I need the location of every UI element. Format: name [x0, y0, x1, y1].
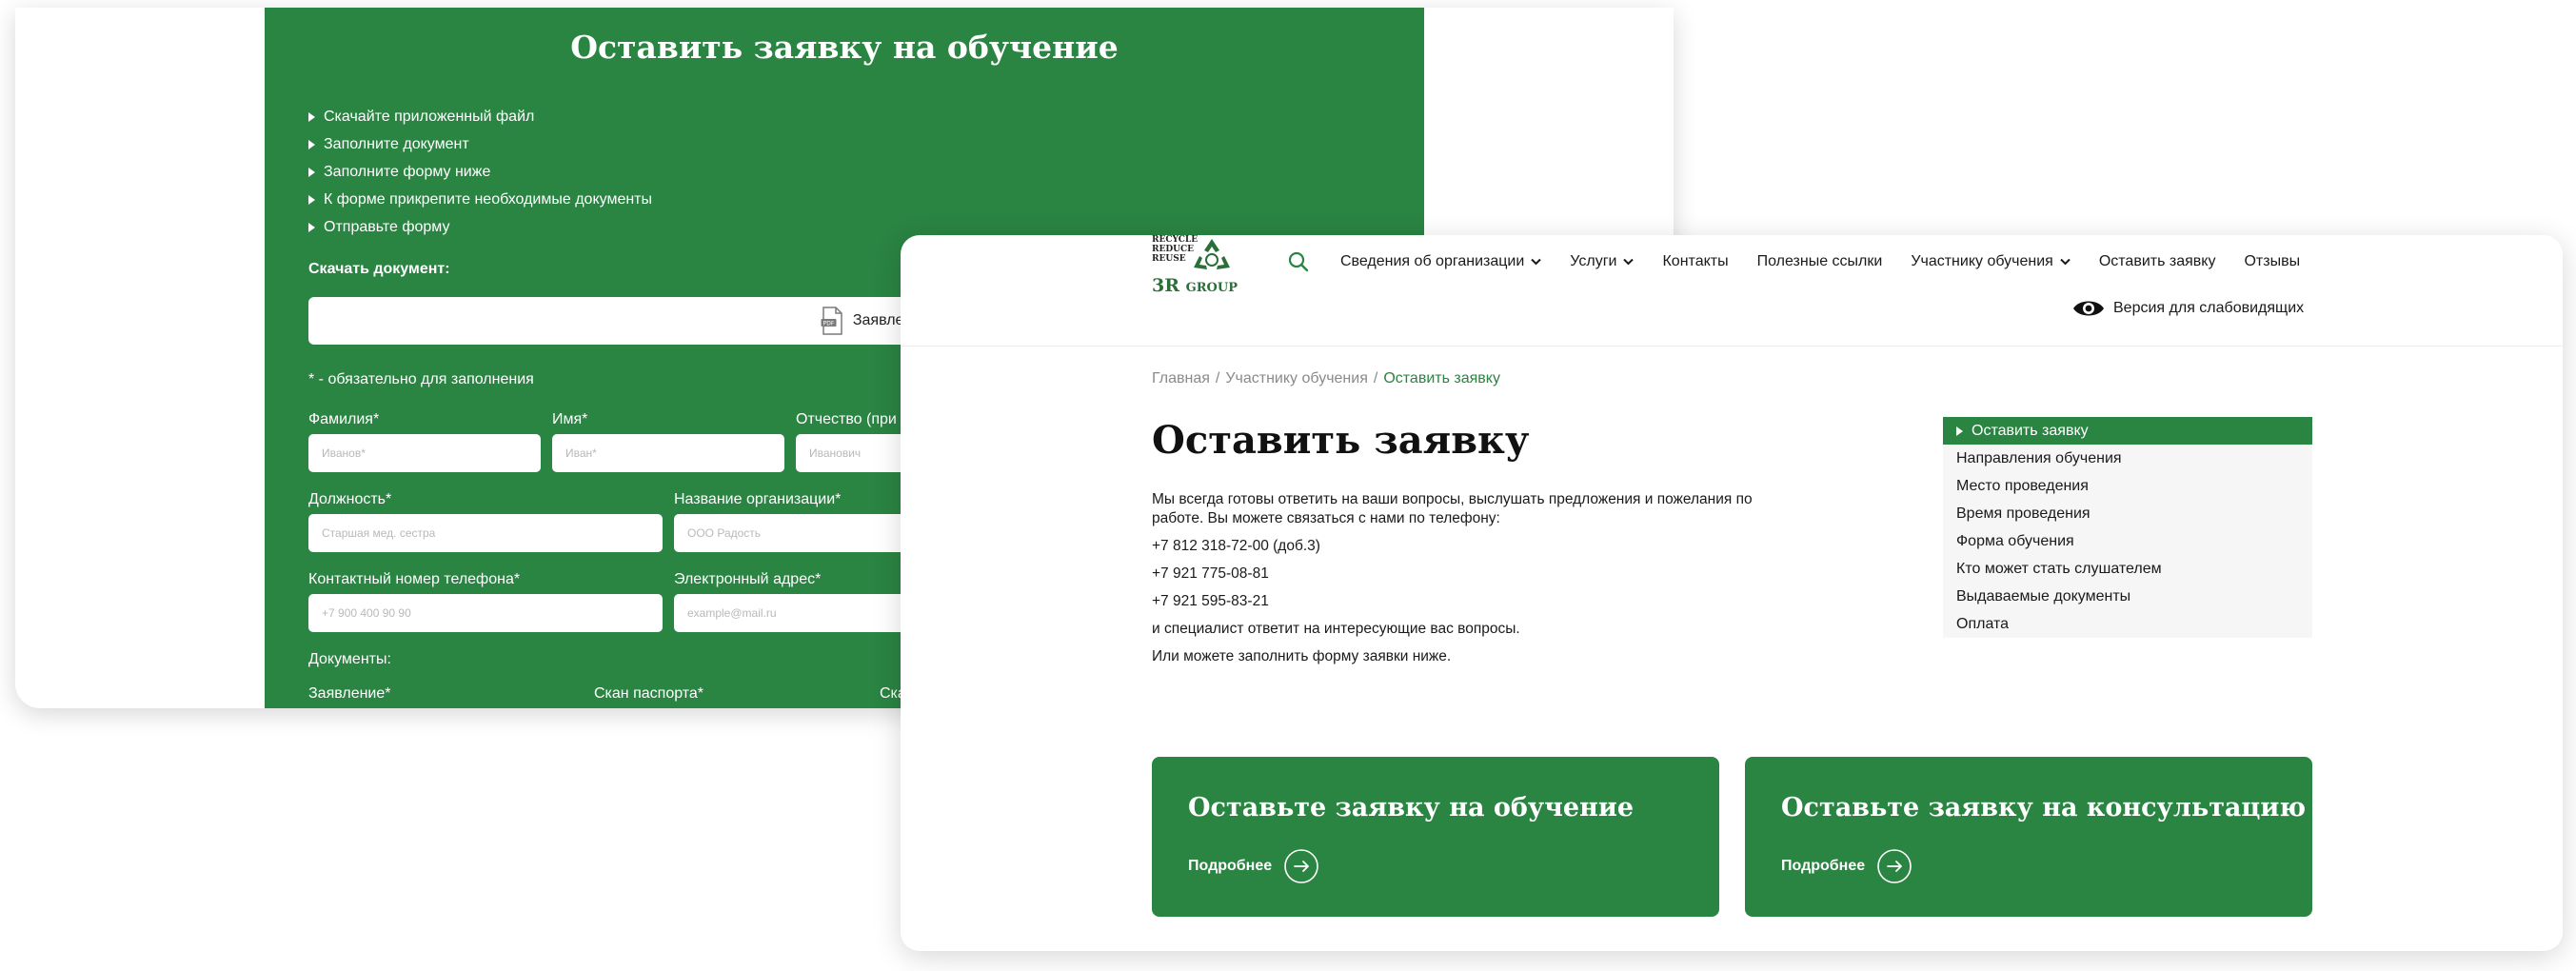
- surname-input[interactable]: [308, 434, 541, 472]
- arrow-right-icon: [1284, 849, 1318, 883]
- more-link[interactable]: Подробнее: [1781, 848, 1912, 884]
- cta-card-consultation[interactable]: Оставьте заявку на консультацию Подробне…: [1745, 757, 2312, 917]
- phone-label: Контактный номер телефона*: [308, 571, 521, 587]
- recycle-icon: [1194, 239, 1230, 269]
- chevron-down-icon: [1531, 258, 1541, 266]
- caret-right-icon: [308, 194, 315, 205]
- doc-passport-label: Скан паспорта*: [594, 685, 704, 702]
- caret-right-icon: [1956, 426, 1963, 436]
- nav-item-apply[interactable]: Оставить заявку: [2099, 253, 2216, 270]
- side-menu-item-documents[interactable]: Выдаваемые документы: [1943, 583, 2312, 610]
- logo-brand: 3R GROUP: [1152, 275, 1238, 296]
- nav-item-contacts[interactable]: Контакты: [1662, 253, 1728, 270]
- patronymic-label: Отчество (при: [796, 411, 897, 427]
- required-note: * - обязательно для заполнения: [308, 371, 534, 387]
- position-input[interactable]: [308, 514, 663, 552]
- chevron-down-icon: [2060, 258, 2071, 266]
- cta-card-training[interactable]: Оставьте заявку на обучение Подробнее: [1152, 757, 1719, 917]
- nav-item-useful-links[interactable]: Полезные ссылки: [1757, 253, 1883, 270]
- svg-text:PDF: PDF: [823, 321, 835, 327]
- instruction-item: Заполните форму ниже: [308, 158, 652, 186]
- side-menu-item-directions[interactable]: Направления обучения: [1943, 445, 2312, 472]
- surname-label: Фамилия*: [308, 411, 380, 427]
- caret-right-icon: [308, 111, 315, 122]
- instruction-item: Скачайте приложенный файл: [308, 103, 652, 130]
- phone-input[interactable]: [308, 594, 663, 632]
- nav-item-reviews[interactable]: Отзывы: [2244, 253, 2300, 270]
- side-menu-item-apply[interactable]: Оставить заявку: [1943, 417, 2312, 445]
- name-input[interactable]: [552, 434, 784, 472]
- doc-application-label: Заявление*: [308, 685, 391, 702]
- side-menu: Оставить заявку Направления обучения Мес…: [1943, 417, 2312, 638]
- position-label: Должность*: [308, 491, 392, 507]
- caret-right-icon: [308, 167, 315, 177]
- arrow-right-icon: [1877, 849, 1912, 883]
- eye-icon: [2073, 301, 2104, 316]
- phone-number[interactable]: +7 921 595-83-21: [1152, 592, 1771, 611]
- page-content: Мы всегда готовы ответить на ваши вопрос…: [1152, 490, 1771, 675]
- page-title: Оставить заявку: [1152, 418, 1530, 463]
- more-link[interactable]: Подробнее: [1188, 848, 1319, 884]
- form-title: Оставить заявку на обучение: [570, 29, 1119, 66]
- main-nav: Сведения об организации Услуги Контакты …: [1340, 250, 2300, 273]
- instructions-list: Скачайте приложенный файл Заполните доку…: [308, 103, 652, 241]
- phone-number[interactable]: +7 921 775-08-81: [1152, 565, 1771, 584]
- nav-item-services[interactable]: Услуги: [1570, 253, 1635, 270]
- page-window: RECYCLE REDUCE REUSE 3R GROUP Сведения о…: [901, 235, 2563, 951]
- side-menu-item-who-can[interactable]: Кто может стать слушателем: [1943, 555, 2312, 583]
- side-menu-item-location[interactable]: Место проведения: [1943, 472, 2312, 500]
- breadcrumb-home[interactable]: Главная: [1152, 370, 1210, 387]
- instruction-item: К форме прикрепите необходимые документы: [308, 186, 652, 213]
- download-heading: Скачать документ:: [308, 261, 450, 277]
- cta-title: Оставьте заявку на консультацию: [1781, 793, 2307, 822]
- form-hint-text: Или можете заполнить форму заявки ниже.: [1152, 648, 1452, 664]
- breadcrumb-participant[interactable]: Участнику обучения: [1225, 370, 1368, 387]
- pdf-file-icon: PDF: [821, 307, 842, 335]
- search-icon[interactable]: [1287, 250, 1310, 273]
- phone-number[interactable]: +7 812 318-72-00 (доб.3): [1152, 537, 1771, 556]
- side-menu-item-payment[interactable]: Оплата: [1943, 610, 2312, 638]
- side-menu-item-format[interactable]: Форма обучения: [1943, 527, 2312, 555]
- documents-heading: Документы:: [308, 651, 391, 667]
- cta-title: Оставьте заявку на обучение: [1188, 793, 1635, 822]
- side-menu-item-time[interactable]: Время проведения: [1943, 500, 2312, 527]
- organization-label: Название организации*: [674, 491, 842, 507]
- email-label: Электронный адрес*: [674, 571, 822, 587]
- nav-item-organization[interactable]: Сведения об организации: [1340, 253, 1541, 270]
- instruction-item: Заполните документ: [308, 130, 652, 158]
- breadcrumb: Главная / Участнику обучения / Оставить …: [1152, 370, 1500, 387]
- chevron-down-icon: [1623, 258, 1635, 266]
- breadcrumb-current: Оставить заявку: [1383, 370, 1500, 386]
- caret-right-icon: [308, 222, 315, 232]
- accessibility-version-link[interactable]: Версия для слабовидящих: [2071, 297, 2304, 320]
- caret-right-icon: [308, 139, 315, 149]
- specialist-text: и специалист ответит на интересующие вас…: [1152, 621, 1520, 637]
- nav-item-participant[interactable]: Участнику обучения: [1911, 253, 2071, 270]
- instruction-item: Отправьте форму: [308, 213, 652, 241]
- intro-text: Мы всегда готовы ответить на ваши вопрос…: [1152, 491, 1753, 526]
- name-label: Имя*: [552, 411, 588, 427]
- site-header: RECYCLE REDUCE REUSE 3R GROUP Сведения о…: [901, 235, 2563, 347]
- logo[interactable]: RECYCLE REDUCE REUSE 3R GROUP: [1152, 235, 1243, 298]
